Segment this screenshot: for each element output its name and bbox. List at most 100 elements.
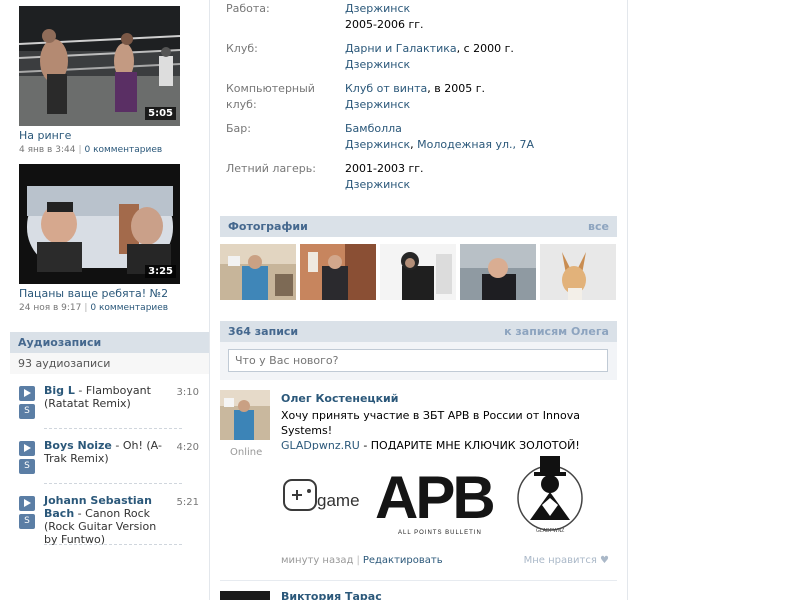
status-box: [220, 342, 617, 380]
video-duration: 5:05: [145, 107, 176, 120]
info-text: 2001-2003 гг.: [345, 162, 424, 175]
post-banner-image[interactable]: game APB ALL POINTS BULLETIN GLADPWNZ: [280, 450, 590, 545]
photo-image: [380, 244, 456, 300]
track-artist[interactable]: Boys Noize: [44, 439, 112, 452]
photo-image: [220, 244, 296, 300]
track-duration: 4:20: [176, 442, 199, 453]
info-text: , в 2005 г.: [427, 82, 485, 95]
photo-image: [460, 244, 536, 300]
post-time[interactable]: минуту назад: [281, 555, 353, 566]
video-title-link[interactable]: Пацаны ваще ребята! №2: [19, 287, 180, 300]
avatar[interactable]: [220, 591, 270, 600]
column-divider: [209, 0, 210, 600]
info-value: Дзержинск 2005-2006 гг.: [345, 1, 615, 33]
online-status: Online: [230, 447, 263, 458]
photo-image: [540, 244, 616, 300]
to-posts-link[interactable]: к записям Олега: [504, 325, 609, 338]
apb-banner: game APB ALL POINTS BULLETIN GLADPWNZ: [280, 450, 590, 545]
video-meta: 4 янв в 3:44 | 0 комментариев: [19, 145, 163, 155]
info-label: Летний лагерь:: [226, 162, 316, 175]
audio-track: S Johann Sebastian Bach - Canon Rock (Ro…: [19, 494, 199, 549]
info-link[interactable]: Дзержинск: [345, 58, 410, 71]
like-label[interactable]: Мне нравится: [524, 555, 597, 566]
track-artist[interactable]: Big L: [44, 384, 75, 397]
s-button[interactable]: S: [19, 514, 35, 529]
info-link[interactable]: Дзержинск: [345, 2, 410, 15]
info-link[interactable]: Молодежная ул., 7А: [417, 138, 534, 151]
photo-thumb[interactable]: [540, 244, 616, 300]
photo-thumb[interactable]: [300, 244, 376, 300]
track-duration: 5:21: [176, 497, 199, 508]
post-author[interactable]: Олег Костенецкий: [281, 392, 398, 405]
avatar-image: [220, 390, 270, 440]
photos-all-link[interactable]: все: [588, 220, 609, 233]
info-value: Клуб от винта, в 2005 г. Дзержинск: [345, 81, 615, 113]
apb-subtitle: ALL POINTS BULLETIN: [398, 530, 482, 536]
info-value: Дарни и Галактика, с 2000 г. Дзержинск: [345, 41, 615, 73]
post-divider: [220, 580, 617, 581]
audio-track: S Boys Noize - Oh! (A-Trak Remix) 4:20: [19, 439, 199, 485]
audio-track: S Big L - Flamboyant (Ratatat Remix) 3:1…: [19, 384, 199, 430]
post-text-line: Хочу принять участие в ЗБТ APB в России …: [281, 409, 580, 437]
video-item[interactable]: 3:25 Пацаны ваще ребята! №2 24 ноя в 9:1…: [19, 164, 180, 313]
info-text: , с 2000 г.: [456, 42, 514, 55]
video-thumbnail[interactable]: 5:05: [19, 6, 180, 126]
track-divider: [44, 428, 182, 429]
audio-count[interactable]: 93 аудиозаписи: [10, 353, 209, 374]
photo-thumb[interactable]: [220, 244, 296, 300]
s-button[interactable]: S: [19, 459, 35, 474]
info-link[interactable]: Дзержинск: [345, 178, 410, 191]
video-thumbnail[interactable]: 3:25: [19, 164, 180, 284]
wall-count[interactable]: 364 записи: [228, 325, 298, 338]
wall-post: Online Олег Костенецкий Хочу принять уча…: [220, 382, 617, 582]
photo-thumb[interactable]: [380, 244, 456, 300]
info-link[interactable]: Бамболла: [345, 122, 402, 135]
avatar[interactable]: [220, 390, 270, 440]
info-link[interactable]: Дзержинск: [345, 138, 410, 151]
video-date: 4 янв в 3:44: [19, 145, 76, 155]
post-meta: минуту назад | Редактировать: [281, 555, 443, 566]
info-link[interactable]: Дарни и Галактика: [345, 42, 457, 55]
video-title-link[interactable]: На ринге: [19, 129, 180, 142]
post-text: Хочу принять участие в ЗБТ APB в России …: [281, 408, 611, 453]
play-icon[interactable]: [19, 386, 35, 401]
play-icon[interactable]: [19, 496, 35, 511]
status-input[interactable]: [228, 349, 608, 372]
info-value: 2001-2003 гг. Дзержинск: [345, 161, 615, 193]
info-value: Бамболла Дзержинск, Молодежная ул., 7А: [345, 121, 615, 153]
photo-image: [300, 244, 376, 300]
audio-section-header[interactable]: Аудиозаписи: [10, 332, 209, 353]
video-date: 24 ноя в 9:17: [19, 303, 82, 313]
wall-header: 364 записи к записям Олега: [220, 321, 617, 342]
play-icon[interactable]: [19, 441, 35, 456]
column-divider: [627, 0, 628, 600]
video-item[interactable]: 5:05 На ринге 4 янв в 3:44 | 0 комментарие…: [19, 6, 180, 155]
post-author[interactable]: Виктория Тарас: [281, 590, 382, 600]
like-button[interactable]: Мне нравится ♥: [524, 555, 609, 566]
left-column: 5:05 На ринге 4 янв в 3:44 | 0 комментарие…: [0, 0, 209, 600]
photos-header[interactable]: Фотографии все: [220, 216, 617, 237]
video-comments-link[interactable]: 0 комментариев: [90, 303, 168, 313]
wall-post-next: Виктория Тарас: [220, 588, 617, 600]
track-divider: [44, 483, 182, 484]
profile-page: 5:05 На ринге 4 янв в 3:44 | 0 комментарие…: [0, 0, 800, 600]
info-label: Бар:: [226, 122, 251, 135]
info-link[interactable]: Дзержинск: [345, 98, 410, 111]
track-info: Big L - Flamboyant (Ratatat Remix): [44, 384, 151, 410]
track-info: Boys Noize - Oh! (A-Trak Remix): [44, 439, 162, 465]
heart-icon[interactable]: ♥: [600, 555, 609, 566]
photo-thumb[interactable]: [460, 244, 536, 300]
edit-link[interactable]: Редактировать: [363, 555, 443, 566]
s-button[interactable]: S: [19, 404, 35, 419]
main-column: Работа: Дзержинск 2005-2006 гг. Клуб: Да…: [220, 0, 617, 600]
info-link[interactable]: Клуб от винта: [345, 82, 427, 95]
photos-title[interactable]: Фотографии: [228, 220, 308, 233]
info-text: 2005-2006 гг.: [345, 18, 424, 31]
info-label: Клуб:: [226, 42, 258, 55]
info-label: Работа:: [226, 2, 270, 15]
track-info: Johann Sebastian Bach - Canon Rock (Rock…: [44, 494, 157, 546]
track-duration: 3:10: [176, 387, 199, 398]
apb-logo: APB: [375, 464, 493, 531]
video-comments-link[interactable]: 0 комментариев: [84, 145, 162, 155]
video-duration: 3:25: [145, 265, 176, 278]
